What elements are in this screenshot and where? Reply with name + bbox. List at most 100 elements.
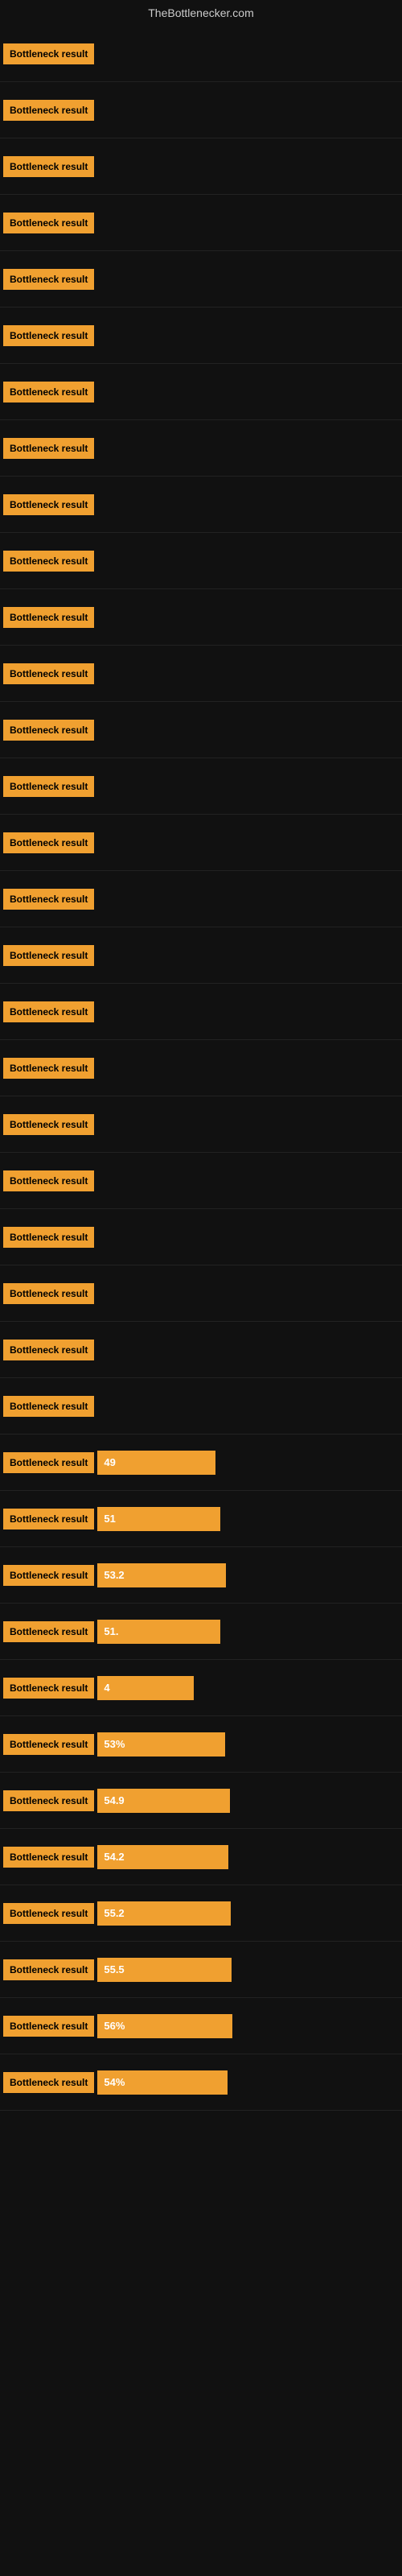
bottleneck-label: Bottleneck result [3, 156, 94, 177]
table-row: Bottleneck result 56% [0, 1998, 402, 2054]
table-row: Bottleneck result [0, 420, 402, 477]
value-text: 54.9 [104, 1794, 124, 1806]
bottleneck-label: Bottleneck result [3, 1847, 94, 1868]
value-text: 53.2 [104, 1569, 124, 1581]
bottleneck-label: Bottleneck result [3, 1678, 94, 1699]
table-row: Bottleneck result 51 [0, 1491, 402, 1547]
bar-container: 53% [97, 1732, 399, 1757]
bottleneck-label: Bottleneck result [3, 1396, 94, 1417]
table-row: Bottleneck result [0, 477, 402, 533]
bottleneck-label: Bottleneck result [3, 382, 94, 402]
bottleneck-label: Bottleneck result [3, 551, 94, 572]
bottleneck-label: Bottleneck result [3, 2072, 94, 2093]
bottleneck-label: Bottleneck result [3, 607, 94, 628]
bottleneck-label: Bottleneck result [3, 325, 94, 346]
value-text: 55.2 [104, 1907, 124, 1919]
table-row: Bottleneck result 54.2 [0, 1829, 402, 1885]
table-row: Bottleneck result [0, 589, 402, 646]
bar-container: 54.9 [97, 1789, 399, 1813]
table-row: Bottleneck result [0, 702, 402, 758]
bar [97, 1676, 194, 1700]
table-row: Bottleneck result [0, 1378, 402, 1435]
bar-container: 54.2 [97, 1845, 399, 1869]
table-row: Bottleneck result [0, 195, 402, 251]
table-row: Bottleneck result [0, 364, 402, 420]
bottleneck-label: Bottleneck result [3, 945, 94, 966]
table-row: Bottleneck result [0, 984, 402, 1040]
bottleneck-label: Bottleneck result [3, 1734, 94, 1755]
table-row: Bottleneck result 51. [0, 1604, 402, 1660]
bottleneck-label: Bottleneck result [3, 1001, 94, 1022]
table-row: Bottleneck result [0, 533, 402, 589]
bottleneck-label: Bottleneck result [3, 1340, 94, 1360]
table-row: Bottleneck result [0, 251, 402, 308]
bottleneck-label: Bottleneck result [3, 776, 94, 797]
value-text: 54.2 [104, 1851, 124, 1863]
table-row: Bottleneck result [0, 308, 402, 364]
table-row: Bottleneck result 55.2 [0, 1885, 402, 1942]
bottleneck-label: Bottleneck result [3, 1058, 94, 1079]
bar [97, 1507, 220, 1531]
bottleneck-label: Bottleneck result [3, 1903, 94, 1924]
table-row: Bottleneck result 54% [0, 2054, 402, 2111]
bottleneck-label: Bottleneck result [3, 1959, 94, 1980]
bottleneck-label: Bottleneck result [3, 494, 94, 515]
table-row: Bottleneck result [0, 1040, 402, 1096]
bottleneck-label: Bottleneck result [3, 43, 94, 64]
value-text: 53% [104, 1738, 125, 1750]
bottleneck-label: Bottleneck result [3, 832, 94, 853]
bar-container: 4 [97, 1676, 399, 1700]
value-text: 49 [104, 1456, 115, 1468]
bar-container: 51 [97, 1507, 399, 1531]
bar-container: 55.2 [97, 1901, 399, 1926]
bottleneck-label: Bottleneck result [3, 1509, 94, 1530]
value-text: 54% [104, 2076, 125, 2088]
value-text: 56% [104, 2020, 125, 2032]
bar-container: 56% [97, 2014, 399, 2038]
bar-container: 55.5 [97, 1958, 399, 1982]
table-row: Bottleneck result [0, 815, 402, 871]
bottleneck-label: Bottleneck result [3, 438, 94, 459]
table-row: Bottleneck result 53% [0, 1716, 402, 1773]
bottleneck-label: Bottleneck result [3, 100, 94, 121]
bottleneck-label: Bottleneck result [3, 1452, 94, 1473]
bottleneck-label: Bottleneck result [3, 1790, 94, 1811]
bottleneck-label: Bottleneck result [3, 663, 94, 684]
bottleneck-label: Bottleneck result [3, 269, 94, 290]
value-text: 55.5 [104, 1963, 124, 1975]
table-row: Bottleneck result [0, 82, 402, 138]
bar-container: 53.2 [97, 1563, 399, 1587]
table-row: Bottleneck result [0, 1322, 402, 1378]
table-row: Bottleneck result [0, 1265, 402, 1322]
table-row: Bottleneck result [0, 26, 402, 82]
table-row: Bottleneck result 53.2 [0, 1547, 402, 1604]
table-row: Bottleneck result [0, 1153, 402, 1209]
bar-container: 54% [97, 2070, 399, 2095]
bar-container: 49 [97, 1451, 399, 1475]
table-row: Bottleneck result [0, 1209, 402, 1265]
bottleneck-label: Bottleneck result [3, 1227, 94, 1248]
bar-container: 51. [97, 1620, 399, 1644]
bottleneck-label: Bottleneck result [3, 1621, 94, 1642]
bottleneck-label: Bottleneck result [3, 889, 94, 910]
table-row: Bottleneck result 55.5 [0, 1942, 402, 1998]
bottleneck-label: Bottleneck result [3, 2016, 94, 2037]
table-row: Bottleneck result [0, 646, 402, 702]
table-row: Bottleneck result4 [0, 1660, 402, 1716]
bottleneck-label: Bottleneck result [3, 1283, 94, 1304]
table-row: Bottleneck result 54.9 [0, 1773, 402, 1829]
value-text: 51. [104, 1625, 118, 1637]
value-text: 51 [104, 1513, 115, 1525]
bottleneck-label: Bottleneck result [3, 720, 94, 741]
bottleneck-label: Bottleneck result [3, 1170, 94, 1191]
table-row: Bottleneck result [0, 138, 402, 195]
bottleneck-label: Bottleneck result [3, 1114, 94, 1135]
table-row: Bottleneck result [0, 871, 402, 927]
bottleneck-label: Bottleneck result [3, 213, 94, 233]
bottleneck-label: Bottleneck result [3, 1565, 94, 1586]
table-row: Bottleneck result [0, 1096, 402, 1153]
table-row: Bottleneck result 49 [0, 1435, 402, 1491]
table-row: Bottleneck result [0, 927, 402, 984]
site-title: TheBottlenecker.com [0, 0, 402, 26]
table-row: Bottleneck result [0, 758, 402, 815]
